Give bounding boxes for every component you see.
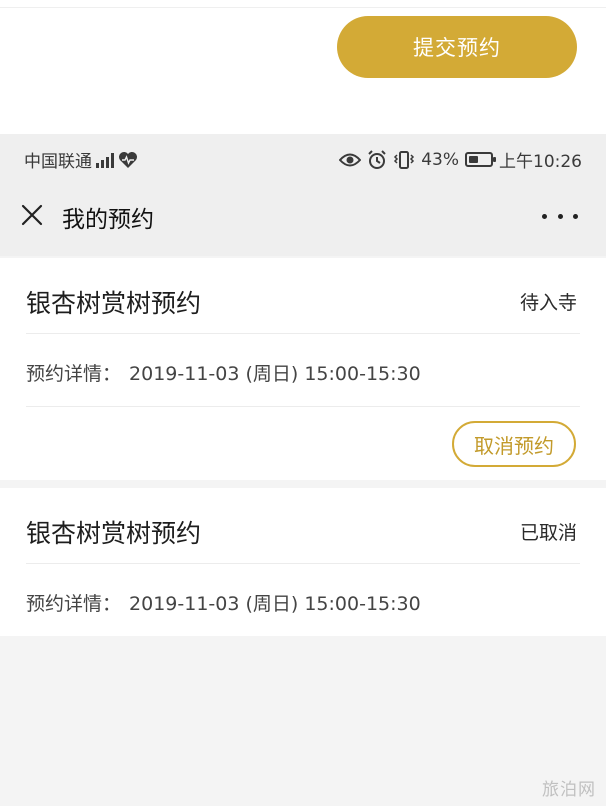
eye-icon bbox=[339, 152, 362, 168]
battery-icon bbox=[465, 152, 496, 167]
watermark: 旅泊网 bbox=[542, 780, 596, 800]
reservation-title: 银杏树赏树预约 bbox=[26, 289, 202, 318]
navigation-bar: 我的预约 bbox=[0, 180, 606, 256]
detail-label: 预约详情： bbox=[26, 593, 122, 615]
page-title: 我的预约 bbox=[62, 207, 154, 233]
clock: 上午10:26 bbox=[499, 152, 582, 172]
reservation-card: 银杏树赏树预约 已取消 预约详情： 2019-11-03 (周日) 15:00-… bbox=[0, 488, 606, 636]
reservation-detail: 预约详情： 2019-11-03 (周日) 15:00-15:30 bbox=[26, 359, 421, 386]
divider bbox=[26, 406, 580, 407]
reservation-status: 已取消 bbox=[519, 522, 577, 544]
battery-percent: 43% bbox=[421, 149, 459, 170]
close-icon[interactable] bbox=[18, 201, 46, 229]
previous-screen-fragment: 提交预约 bbox=[0, 0, 606, 134]
divider bbox=[26, 333, 580, 334]
more-icon[interactable] bbox=[542, 204, 578, 228]
heart-icon bbox=[118, 151, 138, 169]
detail-value: 2019-11-03 (周日) 15:00-15:30 bbox=[129, 593, 421, 615]
status-right: 43% 上午10:26 bbox=[339, 147, 582, 172]
divider bbox=[26, 563, 580, 564]
signal-icon bbox=[96, 152, 114, 168]
reservation-title: 银杏树赏树预约 bbox=[26, 519, 202, 548]
vibrate-icon bbox=[393, 150, 415, 169]
carrier-label: 中国联通 bbox=[24, 152, 92, 172]
alarm-icon bbox=[367, 149, 387, 170]
detail-label: 预约详情： bbox=[26, 363, 122, 385]
submit-reservation-button[interactable]: 提交预约 bbox=[337, 16, 577, 78]
cancel-reservation-button[interactable]: 取消预约 bbox=[452, 421, 576, 467]
reservation-status: 待入寺 bbox=[519, 292, 577, 314]
status-bar: 中国联通 43% 上午10:26 bbox=[0, 134, 606, 180]
status-left: 中国联通 bbox=[24, 147, 138, 172]
reservation-card: 银杏树赏树预约 待入寺 预约详情： 2019-11-03 (周日) 15:00-… bbox=[0, 258, 606, 480]
divider bbox=[0, 7, 606, 8]
detail-value: 2019-11-03 (周日) 15:00-15:30 bbox=[129, 363, 421, 385]
reservation-detail: 预约详情： 2019-11-03 (周日) 15:00-15:30 bbox=[26, 589, 421, 616]
